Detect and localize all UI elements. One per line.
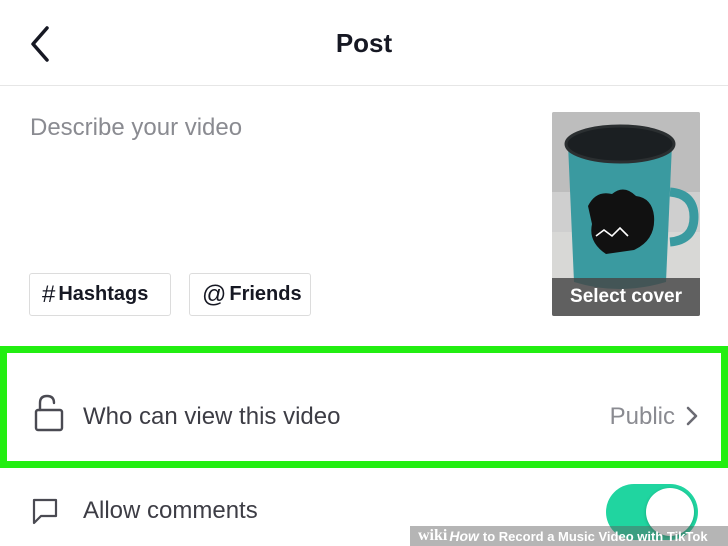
description-input[interactable]: Describe your video <box>30 114 530 142</box>
hashtags-button[interactable]: # Hashtags <box>29 273 171 316</box>
friends-label: Friends <box>229 283 302 305</box>
video-cover[interactable]: Select cover <box>552 112 700 316</box>
watermark-text: to Record a Music Video with TikTok <box>482 528 708 544</box>
chevron-right-icon <box>686 406 698 426</box>
watermark-how: How <box>449 528 479 544</box>
hashtag-icon: # <box>42 280 56 308</box>
at-icon: @ <box>202 280 227 308</box>
comment-icon <box>32 498 58 525</box>
page-title: Post <box>335 28 393 58</box>
privacy-label: Who can view this video <box>83 403 341 430</box>
select-cover-label: Select cover <box>552 278 700 316</box>
friends-button[interactable]: @ Friends <box>189 273 311 316</box>
lock-icon <box>34 394 64 432</box>
watermark-wiki: wiki <box>418 527 448 544</box>
privacy-setting-row[interactable]: Who can view this video Public <box>0 346 728 468</box>
hashtags-label: Hashtags <box>58 283 149 305</box>
top-bar: Post <box>0 0 728 86</box>
watermark: wiki How to Record a Music Video with Ti… <box>410 526 728 546</box>
privacy-value: Public <box>609 403 675 430</box>
allow-comments-label: Allow comments <box>83 497 258 524</box>
